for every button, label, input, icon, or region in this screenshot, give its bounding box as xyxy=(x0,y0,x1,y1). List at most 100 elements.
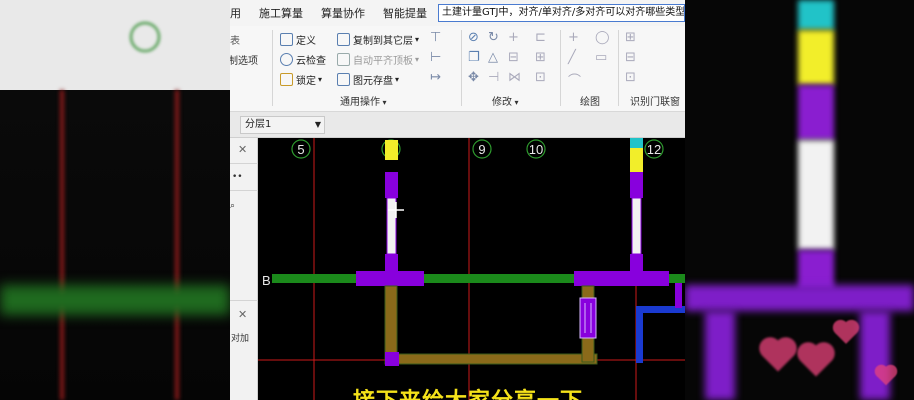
mirror-icon[interactable]: △ xyxy=(488,50,498,65)
purple-beam xyxy=(356,271,424,286)
ribbon-divider xyxy=(560,30,561,106)
column xyxy=(630,254,643,272)
layer-select-value: 分层1 xyxy=(245,119,272,130)
ribbon-divider xyxy=(461,30,462,106)
panel-divider xyxy=(230,190,258,191)
auto-flat-slab-label: 自动平齐顶板 xyxy=(353,55,413,67)
general-ops-group-label: 通用操作 ▾ xyxy=(340,97,387,108)
chevron-down-icon: ▾ xyxy=(395,74,400,84)
column xyxy=(675,283,682,308)
flat-slab-icon xyxy=(337,52,350,66)
drawing-svg: 5 9 10 12 B xyxy=(258,138,685,400)
drawing-canvas[interactable]: 5 9 10 12 B xyxy=(258,138,685,400)
split-icon[interactable]: ⊣ xyxy=(488,70,499,85)
lock-button[interactable]: 锁定 ▾ xyxy=(280,70,322,88)
blurred-axis-line xyxy=(175,90,179,400)
auto-flat-slab-button[interactable]: 自动平齐顶板 ▾ xyxy=(337,50,419,68)
wall-segment-cyan xyxy=(630,138,643,148)
search-input[interactable]: 土建计量GTJ中，对齐/单对齐/多对齐可以对齐哪些类型 xyxy=(438,4,685,22)
break-icon[interactable]: ⊟ xyxy=(508,50,519,65)
align-icon[interactable]: ⊤ xyxy=(430,30,441,45)
recognize-window-icon[interactable]: ⊡ xyxy=(625,70,636,85)
menu-item-partial[interactable]: 用 xyxy=(230,5,250,21)
ribbon: 表 制选项 定义 云检查 锁定 ▾ 复制到其它层 ▾ 自动平齐顶板 ▾ 图元存盘… xyxy=(230,26,685,112)
blurred-beam xyxy=(685,285,914,311)
column xyxy=(385,172,398,198)
arc-draw-icon[interactable]: ⌒ xyxy=(568,70,581,89)
layer-toolbar: 分层1 ▼ xyxy=(230,112,685,138)
purple-beam xyxy=(574,271,669,286)
delete-icon[interactable]: ⊘ xyxy=(468,30,479,45)
cloud-check-label: 云检查 xyxy=(296,55,326,67)
line-draw-icon[interactable]: ╱ xyxy=(568,50,576,65)
blurred-background-left xyxy=(0,0,230,400)
rotate-icon[interactable]: ↻ xyxy=(488,30,499,45)
ribbon-divider xyxy=(618,30,619,106)
cloud-check-button[interactable]: 云检查 xyxy=(280,50,326,68)
circle-draw-icon[interactable]: ◯ xyxy=(595,30,610,45)
chevron-down-icon: ▾ xyxy=(415,54,420,64)
lock-label: 锁定 xyxy=(296,75,316,87)
blurred-wall xyxy=(798,30,834,85)
menubar: 用 施工算量 算量协作 智能提量 土建计量GTJ中，对齐/单对齐/多对齐可以对齐… xyxy=(230,0,685,26)
column xyxy=(385,352,399,366)
axis-label-b: B xyxy=(262,273,271,288)
blurred-beam xyxy=(0,285,230,315)
move-icon[interactable]: ✥ xyxy=(468,70,479,85)
add-button-label[interactable]: 对加 xyxy=(231,331,249,344)
point-draw-icon[interactable]: + xyxy=(568,30,579,45)
save-element-button[interactable]: 图元存盘 ▾ xyxy=(337,70,399,88)
heart-icon xyxy=(762,340,794,372)
more-icon[interactable]: •• xyxy=(232,172,243,182)
copy-icon xyxy=(337,32,350,46)
blurred-background-right xyxy=(685,0,914,400)
define-label: 定义 xyxy=(296,35,316,47)
blurred-axis-line xyxy=(60,90,64,400)
ribbon-item-clipped[interactable]: 表 xyxy=(230,30,240,48)
layer-select[interactable]: 分层1 ▼ xyxy=(240,116,325,134)
cloud-icon xyxy=(280,52,293,66)
column xyxy=(579,297,597,339)
menu-item-smart-extract[interactable]: 智能提量 xyxy=(374,5,436,21)
blurred-wall xyxy=(798,85,834,140)
blurred-column xyxy=(860,311,890,400)
close-icon[interactable]: ✕ xyxy=(238,308,247,321)
menu-item-construction[interactable]: 施工算量 xyxy=(250,5,312,21)
search-icon[interactable]: ⌕ xyxy=(230,201,235,211)
save-element-label: 图元存盘 xyxy=(353,75,393,87)
recognize-door-icon[interactable]: ⊟ xyxy=(625,50,636,65)
copy-element-icon[interactable]: ❐ xyxy=(468,50,480,65)
wall-segment-yellow xyxy=(630,148,643,172)
chevron-down-icon: ▼ xyxy=(314,120,321,129)
trim-icon[interactable]: ⊏ xyxy=(535,30,546,45)
blurred-axis-marker xyxy=(130,22,160,52)
blurred-wall xyxy=(798,250,834,290)
chevron-down-icon: ▾ xyxy=(415,34,420,44)
extend-icon[interactable]: + xyxy=(508,30,519,45)
recognize-icon[interactable]: ⊞ xyxy=(625,30,636,45)
define-button[interactable]: 定义 xyxy=(280,30,316,48)
axis-label-9: 9 xyxy=(478,142,485,157)
column xyxy=(385,254,398,272)
blue-wall xyxy=(636,313,643,363)
axis-label-10: 10 xyxy=(529,142,543,157)
panel-divider xyxy=(230,163,258,164)
wall-segment-white xyxy=(631,197,642,255)
blurred-wall xyxy=(798,0,834,30)
offset-icon[interactable]: ↦ xyxy=(430,70,441,85)
axis-label-5: 5 xyxy=(297,142,304,157)
menu-item-collaboration[interactable]: 算量协作 xyxy=(312,5,374,21)
ribbon-item-clipped[interactable]: 制选项 xyxy=(230,50,258,68)
merge-icon[interactable]: ⊞ xyxy=(535,50,546,65)
column xyxy=(630,172,643,198)
dimension-icon[interactable]: ⊢ xyxy=(430,50,441,65)
close-icon[interactable]: ✕ xyxy=(238,143,247,156)
offset-element-icon[interactable]: ⊡ xyxy=(535,70,546,85)
blurred-wall xyxy=(798,140,834,250)
left-panel: ✕ •• ⌕ ✕ 对加 xyxy=(230,138,258,400)
copy-to-floor-button[interactable]: 复制到其它层 ▾ xyxy=(337,30,419,48)
video-subtitle: 接下来给大家分享一下 xyxy=(353,383,583,400)
group-icon[interactable]: ⋈ xyxy=(508,70,521,85)
lock-icon xyxy=(280,72,293,86)
rect-draw-icon[interactable]: ▭ xyxy=(595,50,607,65)
